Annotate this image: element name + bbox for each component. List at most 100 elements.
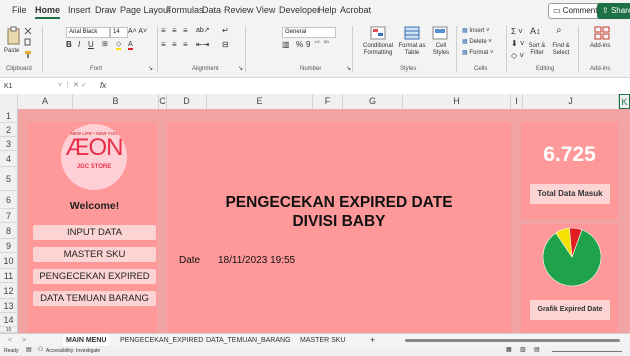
row-header-9[interactable]: 9 <box>0 239 17 253</box>
menu-help[interactable]: Help <box>318 5 337 15</box>
format-cells-button[interactable]: ▦ Format ˅ <box>462 50 494 57</box>
format-painter-icon[interactable] <box>24 50 32 58</box>
data-temuan-barang-button[interactable]: DATA TEMUAN BARANG <box>33 291 156 306</box>
orientation-icon[interactable]: ab↗ <box>196 27 210 34</box>
align-center-icon[interactable]: ≡ <box>172 41 177 49</box>
cell-styles-label[interactable]: Cell Styles <box>430 43 452 57</box>
zoom-slider[interactable] <box>552 351 622 352</box>
column-header-j[interactable]: J <box>523 94 619 109</box>
row-header-1[interactable]: 1 <box>0 109 17 123</box>
format-as-table-icon[interactable] <box>404 26 420 40</box>
number-dialog-launcher-icon[interactable]: ↘ <box>346 66 351 73</box>
row-header-3[interactable]: 3 <box>0 137 17 151</box>
sort-filter-label[interactable]: Sort & Filter <box>526 43 548 57</box>
menu-formulas[interactable]: Formulas <box>166 5 204 15</box>
paste-icon[interactable] <box>6 26 22 46</box>
column-header-c[interactable]: C <box>159 94 167 109</box>
page-break-view-icon[interactable]: ▤ <box>534 347 540 354</box>
menu-draw[interactable]: Draw <box>95 5 116 15</box>
fill-color-icon[interactable]: ◇ <box>116 41 122 50</box>
column-header-h[interactable]: H <box>403 94 511 109</box>
name-box[interactable]: K1 <box>4 83 13 90</box>
add-ins-icon[interactable] <box>594 26 610 40</box>
column-header-k[interactable]: K <box>619 94 630 109</box>
align-right-icon[interactable]: ≡ <box>183 41 188 49</box>
macro-icon[interactable]: ▤ <box>26 347 32 354</box>
increase-decimal-icon[interactable]: ⁺⁰ <box>314 41 320 48</box>
borders-icon[interactable]: ⊞ <box>102 41 108 48</box>
select-all-corner[interactable] <box>0 94 18 109</box>
column-header-b[interactable]: B <box>73 94 159 109</box>
align-left-icon[interactable]: ≡ <box>161 41 166 49</box>
column-header-d[interactable]: D <box>167 94 207 109</box>
column-header-e[interactable]: E <box>207 94 313 109</box>
row-header-7[interactable]: 7 <box>0 209 17 223</box>
column-header-g[interactable]: G <box>343 94 403 109</box>
page-layout-view-icon[interactable]: ▥ <box>520 347 526 354</box>
font-name-select[interactable]: Arial Black <box>66 27 110 38</box>
insert-cells-button[interactable]: ▦ Insert ˅ <box>462 28 490 35</box>
add-ins-label[interactable]: Add-ins <box>590 43 610 50</box>
row-header-5[interactable]: 5 <box>0 167 17 191</box>
menu-insert[interactable]: Insert <box>68 5 91 15</box>
alignment-dialog-launcher-icon[interactable]: ↘ <box>238 66 243 73</box>
find-select-icon[interactable]: ⌕ <box>556 26 562 36</box>
row-header-11[interactable]: 11 <box>0 269 17 283</box>
column-header-f[interactable]: F <box>313 94 343 109</box>
font-grow-icon[interactable]: A˄ A˅ <box>128 28 147 35</box>
align-middle-icon[interactable]: ≡ <box>172 27 177 35</box>
autosum-icon[interactable]: Σ ˅ <box>511 28 523 36</box>
cut-icon[interactable] <box>24 27 32 35</box>
indent-icon[interactable]: ⇤⇥ <box>196 41 209 49</box>
copy-icon[interactable] <box>24 38 32 46</box>
cell-styles-icon[interactable] <box>432 26 448 40</box>
accessibility-status[interactable]: Accessibility: Investigate <box>46 348 100 355</box>
clear-icon[interactable]: ◇ ˅ <box>511 52 524 60</box>
sort-filter-icon[interactable]: A↕ <box>530 27 541 36</box>
wrap-text-icon[interactable]: ↵ <box>222 27 229 35</box>
accessibility-icon[interactable]: ⚇ <box>38 347 43 354</box>
column-header-a[interactable]: A <box>18 94 73 109</box>
row-header-8[interactable]: 8 <box>0 223 17 239</box>
input-data-button[interactable]: INPUT DATA <box>33 225 156 240</box>
comma-icon[interactable]: 9 <box>306 41 310 49</box>
normal-view-icon[interactable]: ▦ <box>506 347 512 354</box>
menu-developer[interactable]: Developer <box>279 5 320 15</box>
format-as-table-label[interactable]: Format as Table <box>398 43 426 57</box>
paste-label[interactable]: Paste <box>4 48 19 55</box>
italic-icon[interactable]: I <box>78 41 80 49</box>
row-header-14[interactable]: 14 <box>0 313 17 327</box>
menu-review[interactable]: Review <box>224 5 254 15</box>
font-color-icon[interactable]: A <box>128 41 133 50</box>
name-box-dropdown-icon[interactable]: ˅ ⋮ ✕ ✓ <box>58 82 87 89</box>
row-header-2[interactable]: 2 <box>0 123 17 137</box>
bold-icon[interactable]: B <box>66 41 72 49</box>
align-top-icon[interactable]: ≡ <box>161 27 166 35</box>
font-dialog-launcher-icon[interactable]: ↘ <box>148 66 153 73</box>
menu-home[interactable]: Home <box>35 5 61 19</box>
share-button[interactable]: ⇪ Share <box>597 3 630 19</box>
decrease-decimal-icon[interactable]: ⁰⁰ <box>324 41 329 48</box>
column-header-i[interactable]: I <box>511 94 523 109</box>
menu-view[interactable]: View <box>256 5 275 15</box>
percent-icon[interactable]: % <box>296 41 303 49</box>
menu-data[interactable]: Data <box>202 5 221 15</box>
fx-icon[interactable]: fx <box>100 82 106 90</box>
master-sku-button[interactable]: MASTER SKU <box>33 247 156 262</box>
menu-acrobat[interactable]: Acrobat <box>340 5 371 15</box>
menu-file[interactable]: File <box>12 5 27 15</box>
conditional-formatting-icon[interactable] <box>370 26 386 40</box>
pengecekan-expired-button[interactable]: PENGECEKAN EXPIRED <box>33 269 156 284</box>
find-select-label[interactable]: Find & Select <box>550 43 572 57</box>
menu-page-layout[interactable]: Page Layout <box>120 5 171 15</box>
fill-icon[interactable]: ⬇ ˅ <box>511 40 525 48</box>
row-header-10[interactable]: 10 <box>0 253 17 269</box>
font-size-select[interactable]: 14 <box>110 27 128 38</box>
row-header-13[interactable]: 13 <box>0 299 17 313</box>
number-format-select[interactable]: General <box>282 27 336 38</box>
row-header-12[interactable]: 12 <box>0 283 17 299</box>
align-bottom-icon[interactable]: ≡ <box>183 27 188 35</box>
horizontal-scrollbar[interactable] <box>405 339 620 342</box>
conditional-formatting-label[interactable]: Conditional Formatting <box>360 43 396 57</box>
delete-cells-button[interactable]: ▦ Delete ˅ <box>462 39 492 46</box>
